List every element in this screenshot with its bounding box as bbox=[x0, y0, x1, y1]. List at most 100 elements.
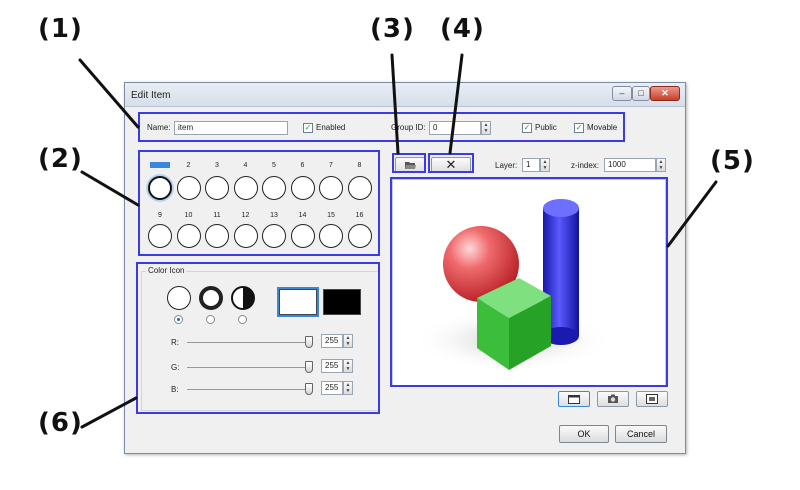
window-view-icon bbox=[568, 395, 580, 404]
red-value-input[interactable]: 255 bbox=[321, 334, 343, 348]
zindex-input[interactable]: 1000 bbox=[604, 158, 656, 172]
style-thin-radio[interactable] bbox=[174, 315, 183, 324]
layer-spinner[interactable]: ▲ ▼ bbox=[540, 158, 550, 172]
group-id-label: Group ID: bbox=[391, 123, 426, 132]
callout-1: (1) bbox=[38, 14, 83, 44]
slot-number-2: 2 bbox=[186, 162, 191, 169]
icon-slot-9[interactable] bbox=[148, 224, 172, 248]
style-thick-radio[interactable] bbox=[206, 315, 215, 324]
slot-number-15: 15 bbox=[327, 212, 335, 219]
icon-slot-11[interactable] bbox=[205, 224, 229, 248]
icon-slot-8[interactable] bbox=[347, 176, 372, 200]
slot-number-3: 3 bbox=[215, 162, 219, 169]
callout-5: (5) bbox=[710, 146, 755, 176]
slot-number-13: 13 bbox=[270, 212, 278, 219]
blue-spinner[interactable]: ▲ ▼ bbox=[343, 381, 353, 395]
red-label: R: bbox=[171, 338, 179, 347]
zindex-spinner[interactable]: ▲ ▼ bbox=[656, 158, 666, 172]
image-icon bbox=[646, 394, 658, 404]
close-button[interactable]: ✕ bbox=[650, 86, 680, 101]
maximize-button[interactable]: □ bbox=[632, 86, 650, 101]
slot-number-10: 10 bbox=[184, 212, 193, 219]
folder-open-icon bbox=[405, 162, 416, 169]
icon-slot-15[interactable] bbox=[319, 224, 343, 248]
icon-slot-1[interactable] bbox=[148, 176, 172, 200]
style-half-circle-icon[interactable] bbox=[231, 286, 255, 310]
public-checkbox[interactable]: ✓ bbox=[522, 123, 532, 133]
slot-number-11: 11 bbox=[213, 212, 221, 219]
zindex-label: z-index: bbox=[571, 161, 600, 170]
title-bar[interactable]: Edit Item – □ ✕ bbox=[125, 83, 685, 107]
name-label: Name: bbox=[147, 123, 171, 132]
minimize-button[interactable]: – bbox=[612, 86, 632, 101]
open-icon-button[interactable] bbox=[395, 157, 425, 173]
blue-value-input[interactable]: 255 bbox=[321, 381, 343, 395]
item-properties-row: Name: item ✓ Enabled Group ID: 0 ▲ ▼ ✓ Pu… bbox=[141, 119, 621, 137]
callout-6: (6) bbox=[38, 408, 83, 438]
cancel-button[interactable]: Cancel bbox=[615, 425, 667, 443]
icon-slot-10[interactable] bbox=[176, 224, 201, 248]
icon-slot-7[interactable] bbox=[319, 176, 343, 200]
icon-slot-13[interactable] bbox=[262, 224, 286, 248]
border-color-swatch[interactable] bbox=[323, 289, 361, 315]
fill-color-swatch[interactable] bbox=[277, 287, 319, 317]
movable-label: Movable bbox=[587, 123, 618, 132]
icon-slot-12[interactable] bbox=[233, 224, 258, 248]
red-spinner[interactable]: ▲ ▼ bbox=[343, 334, 353, 348]
slot-number-9: 9 bbox=[158, 212, 162, 219]
slot-number-1: 1 bbox=[150, 162, 170, 169]
movable-checkbox[interactable]: ✓ bbox=[574, 123, 584, 133]
slot-number-7: 7 bbox=[329, 162, 333, 169]
group-id-spinner[interactable]: ▲ ▼ bbox=[481, 121, 491, 135]
green-slider-track[interactable] bbox=[187, 367, 313, 368]
icon-slot-4[interactable] bbox=[233, 176, 258, 200]
enabled-label: Enabled bbox=[316, 123, 346, 132]
callout-4: (4) bbox=[440, 14, 485, 44]
icon-slot-6[interactable] bbox=[290, 176, 315, 200]
red-slider-track[interactable] bbox=[187, 342, 313, 343]
enabled-checkbox[interactable]: ✓ bbox=[303, 123, 313, 133]
icon-slot-2[interactable] bbox=[176, 176, 201, 200]
icon-slot-5[interactable] bbox=[262, 176, 286, 200]
cylinder-top bbox=[543, 199, 579, 217]
slot-number-5: 5 bbox=[272, 162, 276, 169]
green-spinner[interactable]: ▲ ▼ bbox=[343, 359, 353, 373]
slot-number-8: 8 bbox=[357, 162, 362, 169]
slot-number-12: 12 bbox=[241, 212, 250, 219]
icon-slot-3[interactable] bbox=[205, 176, 229, 200]
ok-button[interactable]: OK bbox=[559, 425, 609, 443]
slot-number-6: 6 bbox=[300, 162, 305, 169]
green-value-input[interactable]: 255 bbox=[321, 359, 343, 373]
callout-3: (3) bbox=[370, 14, 415, 44]
camera-icon bbox=[608, 394, 618, 403]
public-label: Public bbox=[535, 123, 557, 132]
layer-label: Layer: bbox=[495, 161, 518, 170]
slot-number-16: 16 bbox=[355, 212, 364, 219]
window-view-button[interactable] bbox=[558, 391, 590, 407]
edit-item-dialog: Edit Item – □ ✕ Name: item ✓ Enabled Gro… bbox=[124, 82, 686, 454]
callout-2: (2) bbox=[38, 144, 83, 174]
color-icon-title: Color Icon bbox=[146, 266, 187, 275]
image-view-button[interactable] bbox=[636, 391, 668, 407]
3d-scene-preview bbox=[413, 199, 613, 372]
green-label: G: bbox=[171, 363, 180, 372]
group-id-input[interactable]: 0 bbox=[429, 121, 481, 135]
icon-slot-14[interactable] bbox=[290, 224, 315, 248]
icon-slot-16[interactable] bbox=[347, 224, 372, 248]
green-slider-thumb[interactable] bbox=[305, 361, 313, 373]
layer-input[interactable]: 1 bbox=[522, 158, 540, 172]
delete-icon-button[interactable]: ✕ bbox=[431, 157, 471, 173]
name-input[interactable]: item bbox=[174, 121, 288, 135]
blue-slider-thumb[interactable] bbox=[305, 383, 313, 395]
blue-slider-track[interactable] bbox=[187, 389, 313, 390]
slot-number-4: 4 bbox=[243, 162, 248, 169]
item-preview-canvas[interactable] bbox=[392, 179, 666, 386]
delete-x-icon: ✕ bbox=[445, 157, 457, 172]
slot-number-14: 14 bbox=[298, 212, 307, 219]
camera-view-button[interactable] bbox=[597, 391, 629, 407]
red-slider-thumb[interactable] bbox=[305, 336, 313, 348]
style-thin-circle-icon[interactable] bbox=[167, 286, 191, 310]
style-half-radio[interactable] bbox=[238, 315, 247, 324]
style-thick-circle-icon[interactable] bbox=[199, 286, 223, 310]
blue-label: B: bbox=[171, 385, 179, 394]
